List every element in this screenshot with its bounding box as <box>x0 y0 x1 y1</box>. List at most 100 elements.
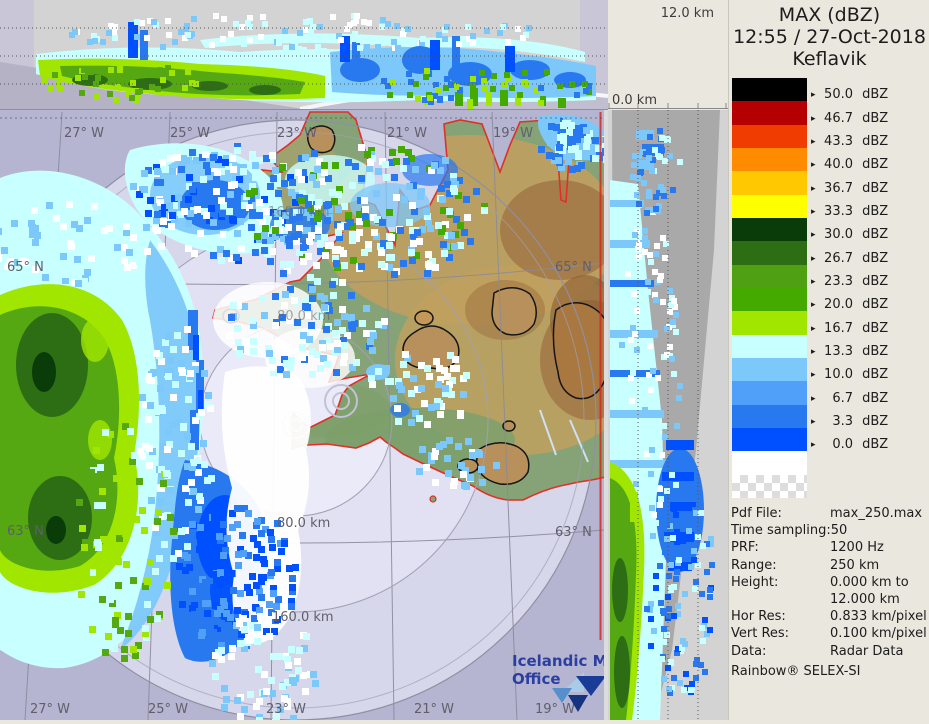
lon-label-top-21w: 21° W <box>387 126 428 141</box>
legend-label: 36.7 dBZ <box>819 181 888 196</box>
lat-label-left-65n: 65° N <box>7 260 44 275</box>
legend-label: 20.0 dBZ <box>819 297 888 312</box>
legend-unit: dBZ <box>858 437 889 453</box>
legend-swatch <box>732 241 807 266</box>
legend-swatch-transparent <box>732 474 807 499</box>
hofsjokull-glacier <box>491 287 537 336</box>
metadata-label: PRF: <box>731 540 759 556</box>
legend-value: 20.0 <box>824 297 853 313</box>
legend-label: 23.3 dBZ <box>819 274 888 289</box>
height-min-label: 0.0 km <box>612 93 657 108</box>
legend-value: 0.0 <box>832 437 853 453</box>
legend-value: 43.3 <box>824 133 853 149</box>
legend-value: 3.3 <box>832 413 853 429</box>
eiriksjokull-glacier <box>414 310 434 326</box>
axis-corner-panel: 12.0 km 0.0 km <box>608 0 728 110</box>
legend-value: 23.3 <box>824 273 853 289</box>
legend-unit: dBZ <box>858 343 889 359</box>
legend-arrow-icon: ▸ <box>811 323 816 334</box>
metadata-value: max_250.max <box>830 506 923 521</box>
legend-value: 46.7 <box>824 110 853 126</box>
legend-label: 26.7 dBZ <box>819 251 888 266</box>
legend-swatch <box>732 427 807 452</box>
legend-unit: dBZ <box>858 203 889 219</box>
legend-swatch <box>732 381 807 406</box>
legend-value: 26.7 <box>824 250 853 266</box>
ring-label-80-top: 80.0 km <box>277 309 331 324</box>
legend-label: 30.0 dBZ <box>819 227 888 242</box>
product-title: MAX (dBZ) <box>778 4 881 26</box>
legend-unit: dBZ <box>858 297 889 313</box>
lat-label-left-63n: 63° N <box>7 524 44 539</box>
legend-arrow-icon: ▸ <box>811 346 816 357</box>
legend-value: 30.0 <box>824 227 853 243</box>
metadata-label: Hor Res: <box>731 609 786 625</box>
legend-unit: dBZ <box>858 133 889 149</box>
metadata-label: Height: <box>731 574 779 590</box>
vatnajokull-glacier <box>552 302 612 400</box>
ring-label-160-top: 160.0 km <box>268 205 330 220</box>
legend-arrow-icon: ▸ <box>811 393 816 404</box>
legend-value: 10.0 <box>824 367 853 383</box>
legend-value: 40.0 <box>824 157 853 173</box>
metadata-value: 12.000 km <box>830 592 900 607</box>
top-cross-section-panel <box>0 0 609 111</box>
legend-label: 16.7 dBZ <box>819 321 888 336</box>
lon-label-top-27w: 27° W <box>64 126 105 141</box>
metadata-value: 1200 Hz <box>830 540 884 556</box>
metadata-value: 0.833 km/pixel <box>830 609 927 625</box>
legend-label: 0.0 dBZ <box>819 437 888 452</box>
legend-arrow-icon: ▸ <box>811 230 816 241</box>
legend-swatch <box>732 264 807 289</box>
ring-label-160-bottom: 160.0 km <box>272 610 334 625</box>
height-max-label: 12.0 km <box>660 6 714 21</box>
lon-label-bottom-25w: 25° W <box>148 702 189 717</box>
product-datetime: 12:55 / 27-Oct-2018 <box>733 26 926 48</box>
legend-unit: dBZ <box>858 110 889 126</box>
legend-swatch <box>732 124 807 149</box>
legend-label: 33.3 dBZ <box>819 204 888 219</box>
legend-unit: dBZ <box>858 367 889 383</box>
legend-arrow-icon: ▸ <box>811 183 816 194</box>
legend-label: 6.7 dBZ <box>819 391 888 406</box>
legend-value: 13.3 <box>824 343 853 359</box>
legend-label: 10.0 dBZ <box>819 367 888 382</box>
legend-label: 13.3 dBZ <box>819 344 888 359</box>
met-office-logo-icon <box>552 672 606 712</box>
metadata-value: Radar Data <box>830 643 904 659</box>
legend-arrow-icon: ▸ <box>811 206 816 217</box>
metadata-label: Vert Res: <box>731 626 790 642</box>
vertical-slice-indicator <box>599 112 602 640</box>
metadata-value: 0.100 km/pixel <box>830 626 927 642</box>
legend-arrow-icon: ▸ <box>811 90 816 101</box>
lon-label-bottom-23w: 23° W <box>266 702 307 717</box>
radar-map[interactable]: 27° W 25° W 23° W 21° W 19° W 27° W 25° … <box>0 110 616 724</box>
site-name: Keflavik <box>792 48 867 70</box>
legend-swatch <box>732 101 807 126</box>
legend-label: 43.3 dBZ <box>819 134 888 149</box>
legend-unit: dBZ <box>858 227 889 243</box>
legend-unit: dBZ <box>858 180 889 196</box>
right-cross-section-canvas <box>608 110 728 720</box>
legend-swatch <box>732 78 807 102</box>
legend-swatch <box>732 334 807 359</box>
legend-unit: dBZ <box>858 320 889 336</box>
legend-unit: dBZ <box>858 273 889 289</box>
legend-label: 3.3 dBZ <box>819 414 888 429</box>
legend-arrow-icon: ▸ <box>811 253 816 264</box>
legend-arrow-icon: ▸ <box>811 276 816 287</box>
lon-label-top-19w: 19° W <box>493 126 534 141</box>
legend-swatch <box>732 404 807 429</box>
legend-swatch <box>732 194 807 219</box>
top-cross-section-canvas <box>0 0 609 111</box>
metadata-label: Range: <box>731 557 777 573</box>
legend-swatch <box>732 287 807 312</box>
legend-value: 36.7 <box>824 180 853 196</box>
legend-value: 6.7 <box>832 390 853 406</box>
lon-label-bottom-21w: 21° W <box>414 702 455 717</box>
legend-value: 50.0 <box>824 87 853 103</box>
metadata-value: 0.000 km to <box>830 574 909 590</box>
legend-unit: dBZ <box>858 413 889 429</box>
metadata-label: Data: <box>731 643 767 659</box>
legend-arrow-icon: ▸ <box>811 416 816 427</box>
